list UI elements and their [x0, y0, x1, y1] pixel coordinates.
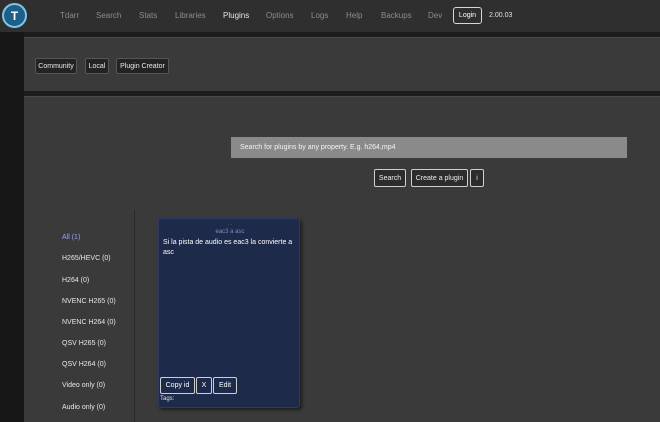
top-navbar: Tdarr Search Stats Libraries Plugins Opt…	[0, 0, 660, 32]
login-button[interactable]: Login	[453, 7, 482, 24]
category-qsv-h265[interactable]: QSV H265 (0)	[62, 340, 106, 347]
create-plugin-button[interactable]: Create a plugin	[411, 169, 468, 187]
search-button[interactable]: Search	[374, 169, 406, 187]
category-video-only[interactable]: Video only (0)	[62, 382, 105, 389]
nav-plugins[interactable]: Plugins	[223, 11, 249, 20]
nav-tdarr[interactable]: Tdarr	[60, 11, 79, 20]
plugin-name: eac3 a asc	[215, 229, 245, 235]
category-h264[interactable]: H264 (0)	[62, 277, 89, 284]
category-divider	[134, 210, 135, 422]
plugin-id: ...	[227, 221, 233, 227]
edit-plugin-button[interactable]: Edit	[213, 377, 237, 394]
nav-options[interactable]: Options	[266, 11, 294, 20]
app-root: Tdarr Search Stats Libraries Plugins Opt…	[0, 0, 660, 422]
category-audio-only[interactable]: Audio only (0)	[62, 404, 105, 411]
plugin-description: Si la pista de audio es eac3 la conviert…	[163, 239, 293, 256]
plugin-search-input[interactable]: Search for plugins by any property. E.g.…	[231, 137, 627, 158]
category-h265-hevc[interactable]: H265/HEVC (0)	[62, 255, 111, 262]
tdarr-logo-icon[interactable]	[2, 3, 27, 28]
nav-help[interactable]: Help	[346, 11, 362, 20]
nav-stats[interactable]: Stats	[139, 11, 157, 20]
tab-local[interactable]: Local	[85, 58, 109, 74]
plugin-card: ... eac3 a asc Si la pista de audio es e…	[158, 218, 300, 408]
category-all[interactable]: All (1)	[62, 234, 80, 241]
category-qsv-h264[interactable]: QSV H264 (0)	[62, 361, 106, 368]
category-nvenc-h265[interactable]: NVENC H265 (0)	[62, 298, 116, 305]
copy-id-button[interactable]: Copy id	[160, 377, 195, 394]
nav-backups[interactable]: Backups	[381, 11, 412, 20]
info-button[interactable]: i	[470, 169, 484, 187]
nav-dev[interactable]: Dev	[428, 11, 442, 20]
plugin-tags: Tags:	[160, 396, 175, 402]
plugins-main-panel: Search for plugins by any property. E.g.…	[24, 96, 660, 422]
version-label: 2.00.03	[489, 12, 513, 19]
tab-community[interactable]: Community	[35, 58, 77, 74]
delete-plugin-button[interactable]: X	[196, 377, 212, 394]
plugin-source-tabs: Community Local Plugin Creator	[24, 37, 660, 91]
category-nvenc-h264[interactable]: NVENC H264 (0)	[62, 319, 116, 326]
nav-search[interactable]: Search	[96, 11, 121, 20]
nav-libraries[interactable]: Libraries	[175, 11, 206, 20]
left-sidebar-strip	[0, 32, 24, 422]
nav-logs[interactable]: Logs	[311, 11, 328, 20]
tab-plugin-creator[interactable]: Plugin Creator	[116, 58, 169, 74]
